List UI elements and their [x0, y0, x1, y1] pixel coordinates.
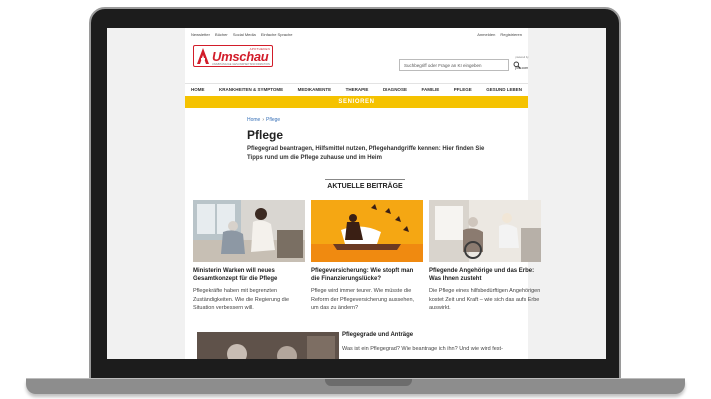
- login-link[interactable]: Anmelden: [477, 32, 495, 37]
- article-card[interactable]: Ministerin Warken will neues Gesamtkonze…: [193, 200, 305, 313]
- main-nav: HOME KRANKHEITEN & SYMPTOME MEDIKAMENTE …: [185, 83, 528, 95]
- article-card[interactable]: Pflegeversicherung: Wie stopft man die F…: [311, 200, 423, 313]
- chevron-right-icon: ›: [262, 117, 265, 123]
- article-teaser: Die Pflege eines hilfsbedürftigen Angehö…: [429, 288, 541, 311]
- laptop-mockup: Newsletter Bücher Social Media Einfache …: [0, 0, 711, 399]
- logo-name: Umschau: [212, 48, 269, 64]
- nav-home[interactable]: HOME: [191, 87, 205, 92]
- page-intro: Pflegegrad beantragen, Hilfsmittel nutze…: [247, 146, 485, 161]
- article-title[interactable]: Ministerin Warken will neues Gesamtkonze…: [193, 267, 305, 283]
- nav-diagnosis[interactable]: DIAGNOSE: [383, 87, 407, 92]
- nav-family[interactable]: FAMILIE: [421, 87, 439, 92]
- topbar-link-social[interactable]: Social Media: [233, 32, 256, 37]
- topbar-link-newsletter[interactable]: Newsletter: [191, 32, 210, 37]
- article-teaser: Pflege wird immer teurer. Wie müsste die…: [311, 288, 415, 311]
- search-input[interactable]: Suchbegriff oder Frage an KI eingeben: [399, 59, 509, 71]
- breadcrumb-current[interactable]: Pflege: [266, 117, 280, 123]
- site-logo[interactable]: APOTHEKEN Umschau UNABHÄNGIGE GESUNDHEIT…: [193, 45, 273, 67]
- register-link[interactable]: Registrieren: [500, 32, 522, 37]
- nav-healthy-living[interactable]: GESUND LEBEN: [486, 87, 522, 92]
- topbar-link-simple-language[interactable]: Einfache Sprache: [261, 32, 293, 37]
- article-title[interactable]: Pflegende Angehörige und das Erbe: Was I…: [429, 267, 541, 283]
- article-teaser: Pflegekräfte haben mit begrenzten Zustän…: [193, 288, 290, 311]
- laptop-notch: [325, 379, 412, 386]
- feature-title[interactable]: Pflegegrade und Anträge: [342, 332, 413, 338]
- you-com-logo: you.com: [515, 66, 529, 70]
- senioren-label: SENIOREN: [338, 99, 375, 105]
- logo-tagline: UNABHÄNGIGE GESUNDHEITSINFORMATION: [212, 62, 270, 66]
- nav-diseases[interactable]: KRANKHEITEN & SYMPTOME: [219, 87, 283, 92]
- article-card[interactable]: Pflegende Angehörige und das Erbe: Was I…: [429, 200, 541, 313]
- article-image[interactable]: [193, 200, 305, 262]
- utility-bar: Newsletter Bücher Social Media Einfache …: [191, 32, 522, 40]
- breadcrumb-home[interactable]: Home: [247, 117, 260, 123]
- web-page: Newsletter Bücher Social Media Einfache …: [185, 28, 541, 359]
- nav-medication[interactable]: MEDIKAMENTE: [298, 87, 332, 92]
- pharmacy-a-icon: [197, 48, 209, 64]
- nav-care[interactable]: PFLEGE: [454, 87, 472, 92]
- section-divider: [325, 179, 405, 180]
- nav-therapy[interactable]: THERAPIE: [346, 87, 369, 92]
- page-title: Pflege: [247, 128, 284, 142]
- topbar-link-books[interactable]: Bücher: [215, 32, 228, 37]
- article-title[interactable]: Pflegeversicherung: Wie stopft man die F…: [311, 267, 423, 283]
- breadcrumb: Home › Pflege: [247, 117, 280, 123]
- senioren-bar[interactable]: SENIOREN: [185, 96, 528, 108]
- article-image[interactable]: [311, 200, 423, 262]
- powered-by-label: powered by: [515, 56, 529, 59]
- feature-image[interactable]: [197, 332, 339, 359]
- browser-screen: Newsletter Bücher Social Media Einfache …: [107, 28, 606, 359]
- section-title: AKTUELLE BEITRÄGE: [327, 183, 403, 190]
- article-image[interactable]: [429, 200, 541, 262]
- feature-teaser: Was ist ein Pflegegrad? Wie beantrage ic…: [342, 346, 503, 352]
